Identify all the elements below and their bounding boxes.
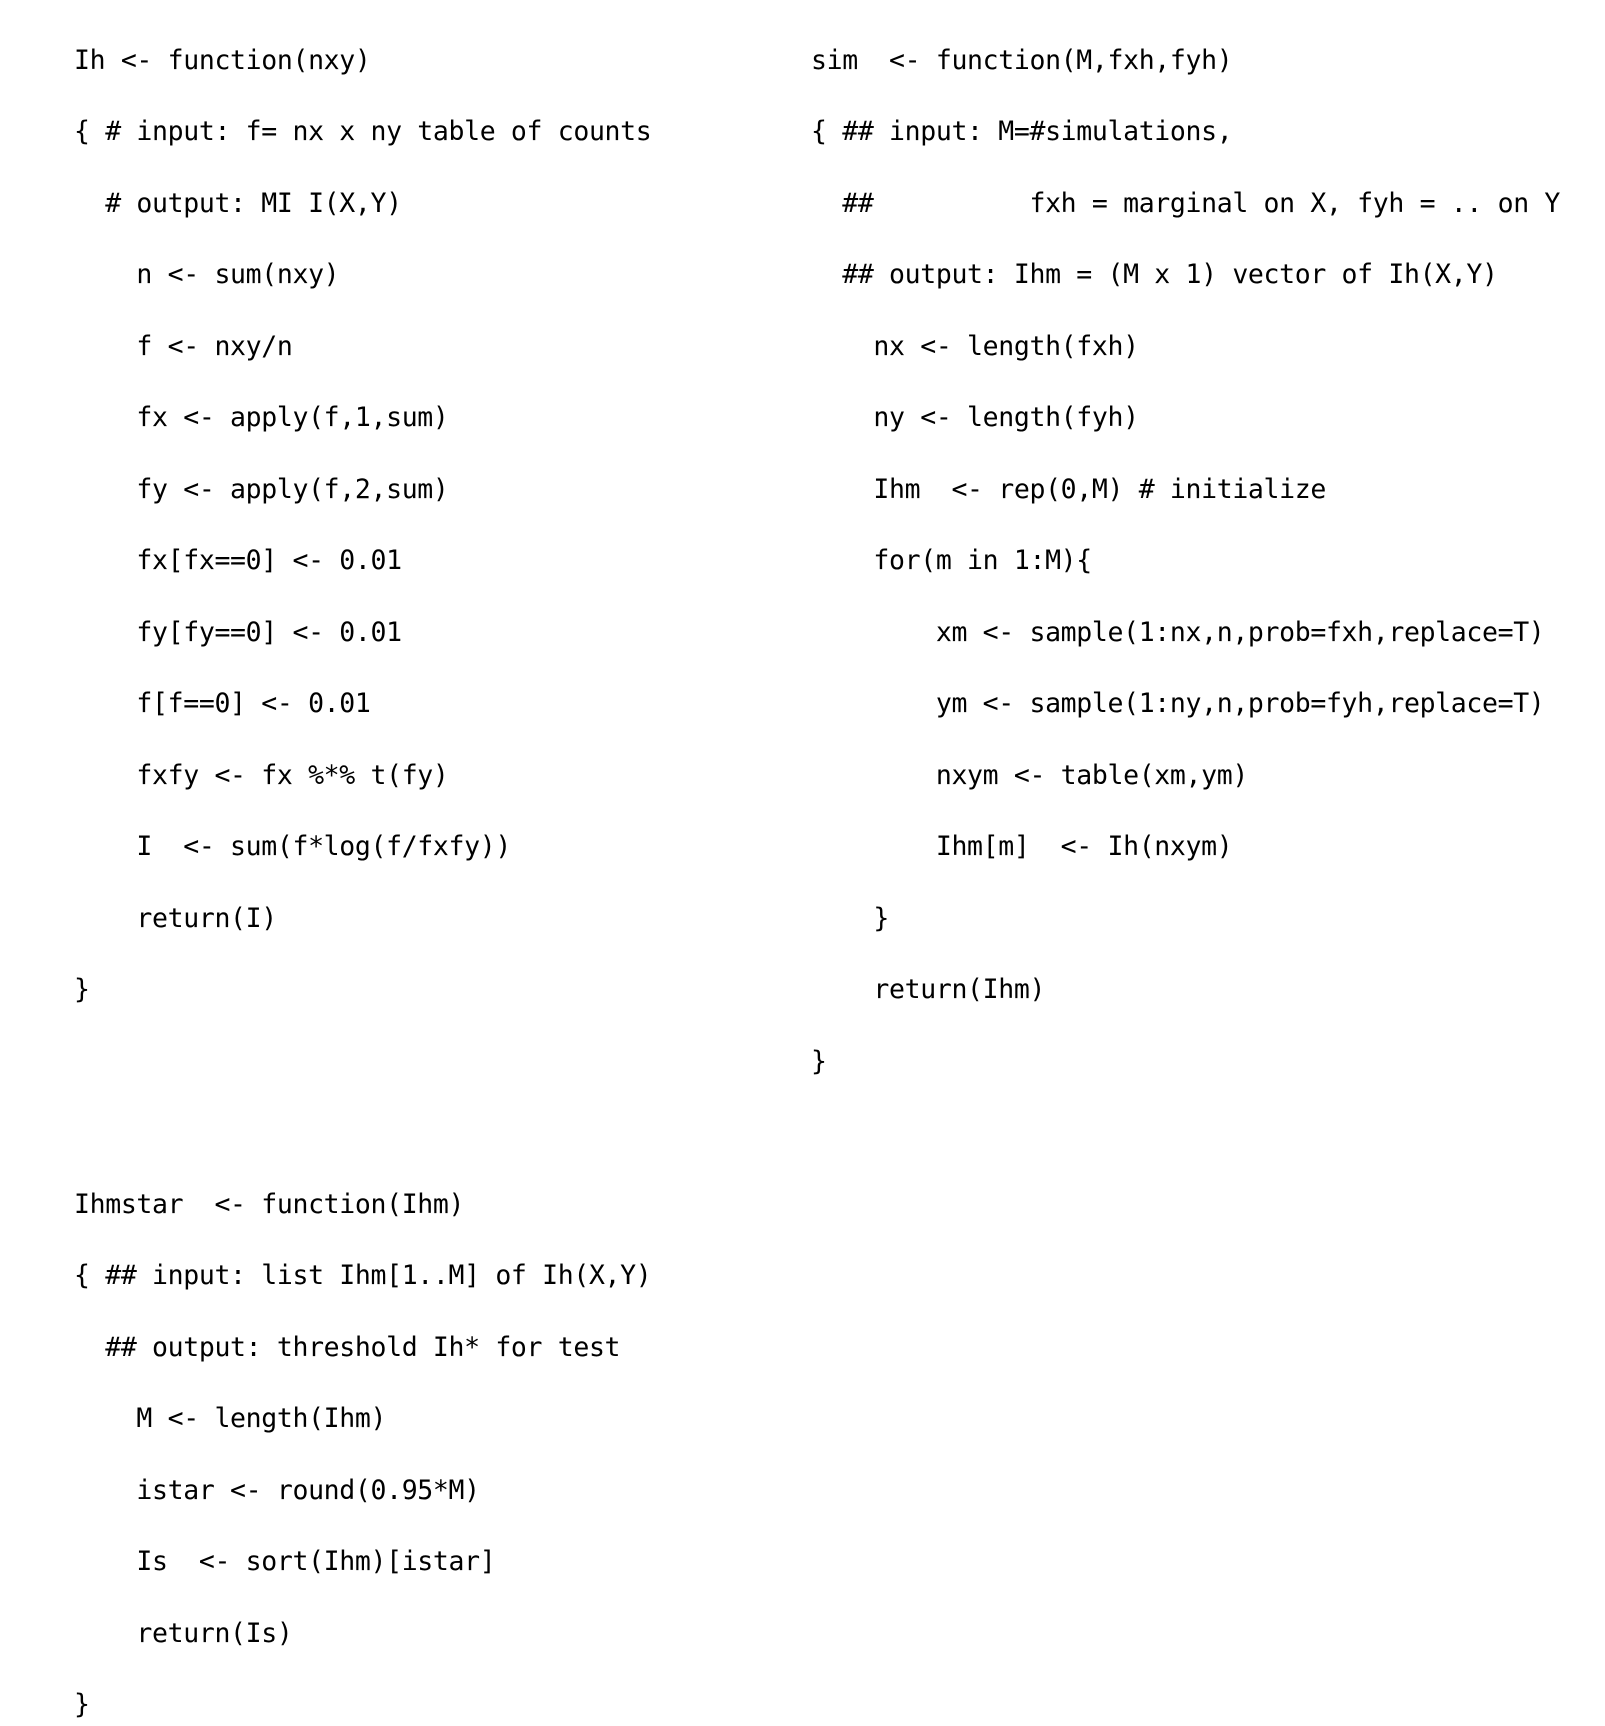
code-line: } <box>811 901 1560 937</box>
code-line: { # input: f= nx x ny table of counts <box>74 114 651 150</box>
code-line: ny <- length(fyh) <box>811 400 1560 436</box>
code-line: M <- length(Ihm) <box>74 1401 651 1437</box>
code-line: fy[fy==0] <- 0.01 <box>74 615 651 651</box>
code-line <box>74 1115 651 1151</box>
code-line: f[f==0] <- 0.01 <box>74 686 651 722</box>
code-line: ## output: threshold Ih* for test <box>74 1330 651 1366</box>
code-listing-page: Ih <- function(nxy) { # input: f= nx x n… <box>0 0 1605 863</box>
code-line <box>74 1044 651 1080</box>
code-line: return(Is) <box>74 1616 651 1652</box>
code-line: Is <- sort(Ihm)[istar] <box>74 1544 651 1580</box>
right-code-column: sim <- function(M,fxh,fyh) { ## input: M… <box>811 43 1560 1116</box>
code-line: nxym <- table(xm,ym) <box>811 758 1560 794</box>
code-line: { ## input: list Ihm[1..M] of Ih(X,Y) <box>74 1258 651 1294</box>
code-line: for(m in 1:M){ <box>811 543 1560 579</box>
code-line: { ## input: M=#simulations, <box>811 114 1560 150</box>
code-line: sim <- function(M,fxh,fyh) <box>811 43 1560 79</box>
code-line: Ih <- function(nxy) <box>74 43 651 79</box>
code-line: nx <- length(fxh) <box>811 329 1560 365</box>
code-line: fxfy <- fx %*% t(fy) <box>74 758 651 794</box>
code-line: ## fxh = marginal on X, fyh = .. on Y <box>811 186 1560 222</box>
code-line: # output: MI I(X,Y) <box>74 186 651 222</box>
code-line: fx <- apply(f,1,sum) <box>74 400 651 436</box>
left-code-column: Ih <- function(nxy) { # input: f= nx x n… <box>74 43 651 1726</box>
code-line: xm <- sample(1:nx,n,prob=fxh,replace=T) <box>811 615 1560 651</box>
code-line: } <box>74 1687 651 1723</box>
code-line: return(I) <box>74 901 651 937</box>
code-line: istar <- round(0.95*M) <box>74 1473 651 1509</box>
code-line: I <- sum(f*log(f/fxfy)) <box>74 829 651 865</box>
code-line: ym <- sample(1:ny,n,prob=fyh,replace=T) <box>811 686 1560 722</box>
code-line: fx[fx==0] <- 0.01 <box>74 543 651 579</box>
code-line: } <box>811 1044 1560 1080</box>
code-line: } <box>74 972 651 1008</box>
code-line: ## output: Ihm = (M x 1) vector of Ih(X,… <box>811 257 1560 293</box>
code-line: return(Ihm) <box>811 972 1560 1008</box>
code-line: fy <- apply(f,2,sum) <box>74 472 651 508</box>
code-line: Ihm[m] <- Ih(nxym) <box>811 829 1560 865</box>
code-line: Ihm <- rep(0,M) # initialize <box>811 472 1560 508</box>
code-line: f <- nxy/n <box>74 329 651 365</box>
code-line: Ihmstar <- function(Ihm) <box>74 1187 651 1223</box>
code-line: n <- sum(nxy) <box>74 257 651 293</box>
